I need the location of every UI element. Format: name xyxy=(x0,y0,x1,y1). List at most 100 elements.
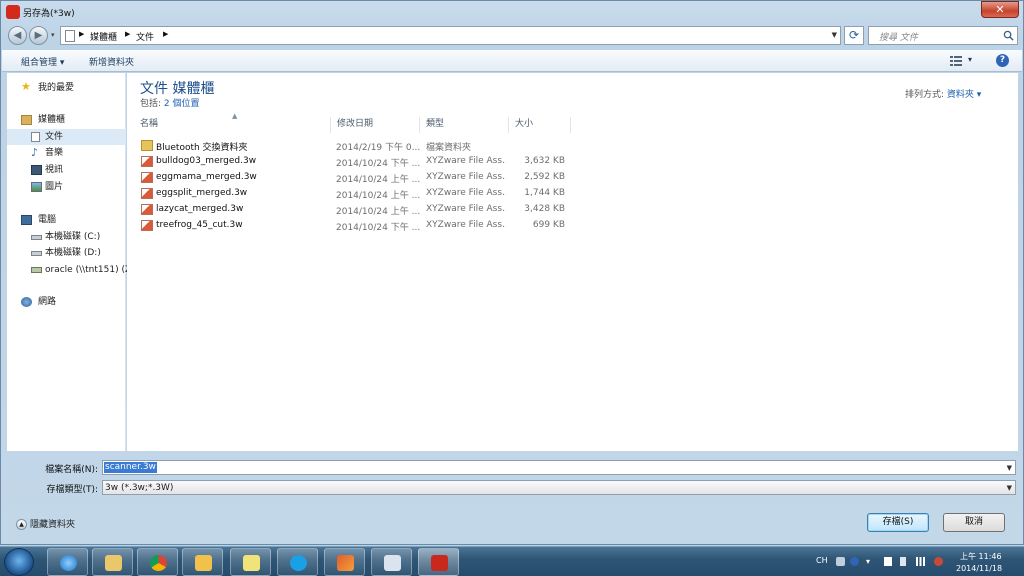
clock-time[interactable]: 上午 11:46 xyxy=(960,551,1002,562)
xyzware-file-icon xyxy=(141,220,153,231)
hide-folders-label: 隱藏資料夾 xyxy=(30,520,76,530)
taskbar-3d-app[interactable] xyxy=(324,548,365,576)
language-indicator[interactable]: CH xyxy=(816,556,828,565)
new-folder-button[interactable]: 新增資料夾 xyxy=(89,55,134,68)
file-row[interactable]: Bluetooth 交換資料夾 2014/2/19 下午 0... 檔案資料夾 xyxy=(140,138,590,154)
close-button[interactable]: ✕ xyxy=(981,1,1019,18)
forward-button[interactable]: ▶ xyxy=(29,26,48,45)
mail-icon xyxy=(195,555,212,571)
sidebar-item-videos[interactable]: 視訊 xyxy=(7,162,126,178)
sidebar-item-pictures[interactable]: 圖片 xyxy=(7,179,126,195)
file-row[interactable]: treefrog_45_cut.3w 2014/10/24 下午 ... XYZ… xyxy=(140,218,590,234)
chrome-icon xyxy=(150,555,167,571)
address-bar[interactable]: ▶ 媒體櫃 ▶ 文件 ▶ ▼ xyxy=(60,26,841,45)
chevron-down-icon[interactable]: ▾ xyxy=(866,557,875,566)
keyboard-icon[interactable] xyxy=(836,557,845,566)
refresh-button[interactable]: ⟳ xyxy=(844,26,864,45)
file-row[interactable]: lazycat_merged.3w 2014/10/24 上午 ... XYZw… xyxy=(140,202,590,218)
network-icon xyxy=(21,297,32,307)
command-bar: 組合管理 ▾ 新增資料夾 ▾ ? xyxy=(2,50,1022,72)
arrange-label: 排列方式: xyxy=(905,90,947,100)
file-row[interactable]: eggmama_merged.3w 2014/10/24 上午 ... XYZw… xyxy=(140,170,590,186)
taskbar-explorer[interactable] xyxy=(92,548,133,576)
xyzware-file-icon xyxy=(141,156,153,167)
taskbar: CH ▾ 上午 11:46 2014/11/18 xyxy=(0,546,1024,576)
breadcrumb-separator-icon[interactable]: ▶ xyxy=(125,30,130,38)
xyzware-file-icon xyxy=(141,204,153,215)
back-button[interactable]: ◀ xyxy=(8,26,27,45)
recent-pages-dropdown[interactable]: ▾ xyxy=(51,31,55,39)
sidebar-item-music[interactable]: ♪ 音樂 xyxy=(7,145,126,161)
taskbar-chrome[interactable] xyxy=(137,548,178,576)
3d-app-icon xyxy=(337,555,354,571)
internet-explorer-icon xyxy=(60,555,77,571)
xyzware-icon xyxy=(431,555,448,571)
filetype-value: 3w (*.3w;*.3W) xyxy=(105,483,174,493)
signal-icon[interactable] xyxy=(916,557,925,566)
sidebar-item-libraries[interactable]: 媒體櫃 xyxy=(7,112,126,128)
column-header-type[interactable]: 類型 xyxy=(420,117,509,133)
arrange-dropdown[interactable]: 資料夾 ▾ xyxy=(947,90,981,100)
sidebar-item-network[interactable]: 網路 xyxy=(7,294,126,310)
filename-input[interactable]: scanner.3w ▼ xyxy=(102,460,1016,475)
taskbar-xyzware[interactable] xyxy=(418,548,459,576)
locations-link[interactable]: 2 個位置 xyxy=(164,99,200,109)
drive-icon xyxy=(31,235,42,240)
help-icon[interactable] xyxy=(850,557,859,566)
xyzware-file-icon xyxy=(141,172,153,183)
address-dropdown-icon[interactable]: ▼ xyxy=(832,31,837,39)
sidebar-item-network-drive[interactable]: oracle (\\tnt151) (Z xyxy=(7,262,131,278)
help-icon[interactable]: ? xyxy=(996,54,1009,67)
taskbar-notes[interactable] xyxy=(230,548,271,576)
flag-icon[interactable] xyxy=(884,557,892,566)
battery-icon[interactable] xyxy=(900,557,906,566)
cancel-button[interactable]: 取消 xyxy=(943,513,1005,532)
chevron-down-icon[interactable]: ▼ xyxy=(1007,484,1012,492)
filetype-select[interactable]: 3w (*.3w;*.3W) ▼ xyxy=(102,480,1016,495)
library-title: 文件 媒體櫃 xyxy=(140,81,215,97)
file-row[interactable]: bulldog03_merged.3w 2014/10/24 下午 ... XY… xyxy=(140,154,590,170)
breadcrumb-library[interactable]: 媒體櫃 xyxy=(90,30,117,43)
folder-icon xyxy=(141,140,153,151)
sidebar-item-computer[interactable]: 電腦 xyxy=(7,212,126,228)
column-header-size[interactable]: 大小 xyxy=(509,117,571,133)
column-header-date[interactable]: 修改日期 xyxy=(331,117,420,133)
column-header-name[interactable]: 名稱 xyxy=(134,117,331,133)
arrange-by: 排列方式: 資料夾 ▾ xyxy=(905,87,981,100)
view-dropdown[interactable]: ▾ xyxy=(968,55,972,64)
breadcrumb-documents[interactable]: 文件 xyxy=(136,30,154,43)
change-view-icon[interactable] xyxy=(950,56,962,66)
filename-value[interactable]: scanner.3w xyxy=(104,462,157,473)
taskbar-paint[interactable] xyxy=(371,548,412,576)
app-logo-icon xyxy=(6,5,20,19)
search-input[interactable]: 搜尋 文件 xyxy=(879,30,918,43)
sidebar-item-drive-d[interactable]: 本機磁碟 (D:) xyxy=(7,245,126,261)
folder-icon xyxy=(105,555,122,571)
breadcrumb-separator-icon[interactable]: ▶ xyxy=(163,30,168,38)
taskbar-skype[interactable] xyxy=(277,548,318,576)
start-button[interactable] xyxy=(4,548,34,576)
file-list-pane: 文件 媒體櫃 包括: 2 個位置 排列方式: 資料夾 ▾ ▲ 名稱 修改日期 類… xyxy=(127,73,1018,451)
hide-folders-toggle[interactable]: ▲ 隱藏資料夾 xyxy=(16,517,75,530)
save-as-dialog: 另存為(*3w) ✕ ◀ ▶ ▾ ▶ 媒體櫃 ▶ 文件 ▶ ▼ ⟳ 搜尋 文件 … xyxy=(0,0,1024,545)
sidebar-item-favorites[interactable]: ★ 我的最愛 xyxy=(7,80,126,96)
volume-muted-icon[interactable] xyxy=(934,557,943,566)
taskbar-ie[interactable] xyxy=(47,548,88,576)
save-button[interactable]: 存檔(S) xyxy=(867,513,929,532)
sidebar-item-drive-c[interactable]: 本機磁碟 (C:) xyxy=(7,229,126,245)
search-box[interactable]: 搜尋 文件 xyxy=(868,26,1018,45)
breadcrumb-separator-icon[interactable]: ▶ xyxy=(79,30,84,38)
search-icon[interactable] xyxy=(1003,30,1014,41)
taskbar-mail[interactable] xyxy=(182,548,223,576)
navigation-pane: ★ 我的最愛 媒體櫃 文件 ♪ 音樂 視訊 圖片 電腦 本機磁碟 (C:) 本機… xyxy=(7,73,131,451)
chevron-down-icon[interactable]: ▼ xyxy=(1007,464,1012,472)
organize-menu[interactable]: 組合管理 ▾ xyxy=(21,55,64,68)
sidebar-item-documents[interactable]: 文件 xyxy=(7,129,126,145)
library-folder-icon xyxy=(65,30,75,42)
file-row[interactable]: eggsplit_merged.3w 2014/10/24 上午 ... XYZ… xyxy=(140,186,590,202)
network-drive-icon xyxy=(31,267,42,273)
navigation-bar: ◀ ▶ ▾ ▶ 媒體櫃 ▶ 文件 ▶ ▼ ⟳ 搜尋 文件 xyxy=(6,25,1018,47)
clock-date[interactable]: 2014/11/18 xyxy=(956,564,1002,573)
title-bar[interactable]: 另存為(*3w) ✕ xyxy=(1,1,1023,23)
filetype-label: 存檔類型(T): xyxy=(46,485,98,495)
